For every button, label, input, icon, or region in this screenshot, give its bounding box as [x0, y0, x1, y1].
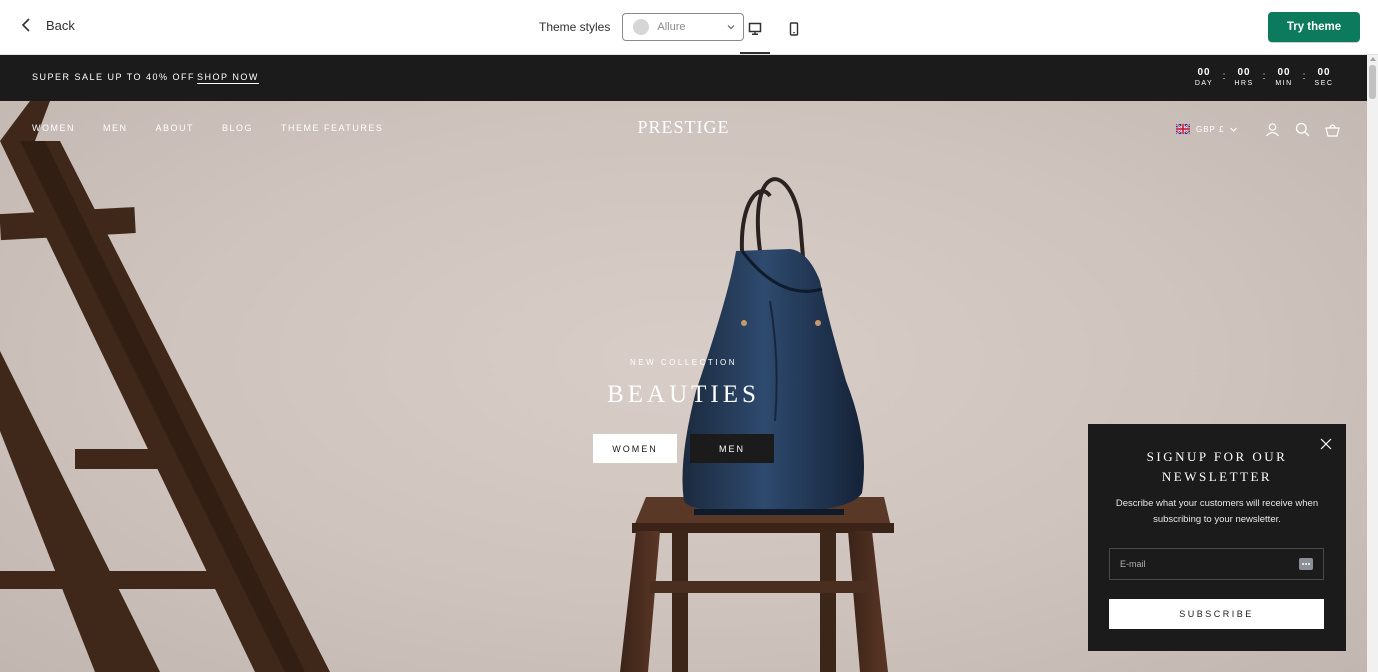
hero-kicker: NEW COLLECTION — [629, 358, 737, 367]
newsletter-title: SIGNUP FOR OUR NEWSLETTER — [1088, 447, 1346, 487]
back-label: Back — [46, 17, 75, 33]
theme-styles-control: Theme styles Allure — [539, 13, 745, 41]
header-actions: GBP £ — [1176, 119, 1347, 139]
style-swatch — [633, 19, 650, 35]
theme-preview-bar: Back Theme styles Allure Try theme — [0, 0, 1378, 55]
chevron-down-icon — [1230, 127, 1238, 132]
countdown-minutes: 00 MIN — [1268, 67, 1300, 87]
announcement-bar: SUPER SALE UP TO 40% OFF SHOP NOW 00 DAY… — [0, 55, 1367, 101]
chevron-down-icon — [727, 25, 735, 30]
desktop-view-button[interactable] — [740, 14, 770, 54]
countdown-timer: 00 DAY : 00 HRS : 00 MIN : 00 SEC — [1188, 67, 1340, 87]
countdown-seconds: 00 SEC — [1308, 67, 1340, 87]
mobile-icon — [789, 22, 799, 36]
scroll-thumb[interactable] — [1369, 65, 1376, 99]
countdown-day: 00 DAY — [1188, 67, 1220, 87]
newsletter-popup: SIGNUP FOR OUR NEWSLETTER Describe what … — [1088, 424, 1346, 651]
email-input[interactable] — [1120, 559, 1299, 569]
newsletter-title-line2: NEWSLETTER — [1161, 469, 1273, 484]
shop-women-button[interactable]: WOMEN — [593, 434, 677, 463]
newsletter-description: Describe what your customers will receiv… — [1115, 498, 1319, 525]
store-logo[interactable]: PRESTIGE — [0, 117, 1367, 138]
currency-label: GBP £ — [1196, 124, 1225, 134]
countdown-minutes-label: MIN — [1275, 80, 1293, 87]
theme-style-value: Allure — [657, 21, 686, 33]
shop-men-button[interactable]: MEN — [690, 434, 774, 463]
theme-styles-label: Theme styles — [539, 20, 611, 34]
password-manager-icon[interactable] — [1299, 558, 1313, 570]
countdown-hours: 00 HRS — [1228, 67, 1260, 87]
hero-headline: BEAUTIES — [607, 381, 760, 408]
countdown-seconds-label: SEC — [1314, 80, 1334, 87]
chevron-left-icon — [21, 18, 30, 32]
uk-flag-icon — [1176, 124, 1190, 134]
search-icon — [1295, 122, 1310, 136]
account-icon — [1265, 122, 1279, 136]
countdown-seconds-value: 00 — [1317, 67, 1331, 78]
subscribe-button[interactable]: SUBSCRIBE — [1109, 599, 1324, 629]
newsletter-title-line1: SIGNUP FOR OUR — [1146, 449, 1288, 464]
cart-button[interactable] — [1317, 119, 1347, 139]
search-button[interactable] — [1287, 119, 1317, 139]
desktop-icon — [748, 22, 762, 35]
countdown-day-value: 00 — [1197, 67, 1211, 78]
try-theme-button[interactable]: Try theme — [1268, 12, 1360, 42]
scroll-up-icon[interactable] — [1370, 57, 1376, 61]
hero-text: NEW COLLECTION BEAUTIES — [0, 358, 1367, 409]
countdown-day-label: DAY — [1194, 80, 1214, 87]
countdown-minutes-value: 00 — [1277, 67, 1291, 78]
currency-selector[interactable]: GBP £ — [1176, 124, 1238, 134]
countdown-separator: : — [1262, 71, 1266, 82]
preview-scrollbar[interactable] — [1367, 55, 1378, 672]
countdown-hours-value: 00 — [1237, 67, 1251, 78]
mobile-view-button[interactable] — [779, 14, 809, 54]
account-button[interactable] — [1257, 119, 1287, 139]
countdown-hours-label: HRS — [1234, 80, 1254, 87]
countdown-separator: : — [1302, 71, 1306, 82]
email-field[interactable] — [1109, 548, 1324, 580]
hero-buttons: WOMEN MEN — [593, 434, 774, 463]
cart-icon — [1325, 123, 1340, 137]
shop-now-link[interactable]: SHOP NOW — [197, 72, 259, 84]
theme-style-select[interactable]: Allure — [622, 13, 745, 41]
countdown-separator: : — [1222, 71, 1226, 82]
announcement-text: SUPER SALE UP TO 40% OFF — [32, 72, 196, 82]
back-button[interactable]: Back — [20, 16, 75, 34]
